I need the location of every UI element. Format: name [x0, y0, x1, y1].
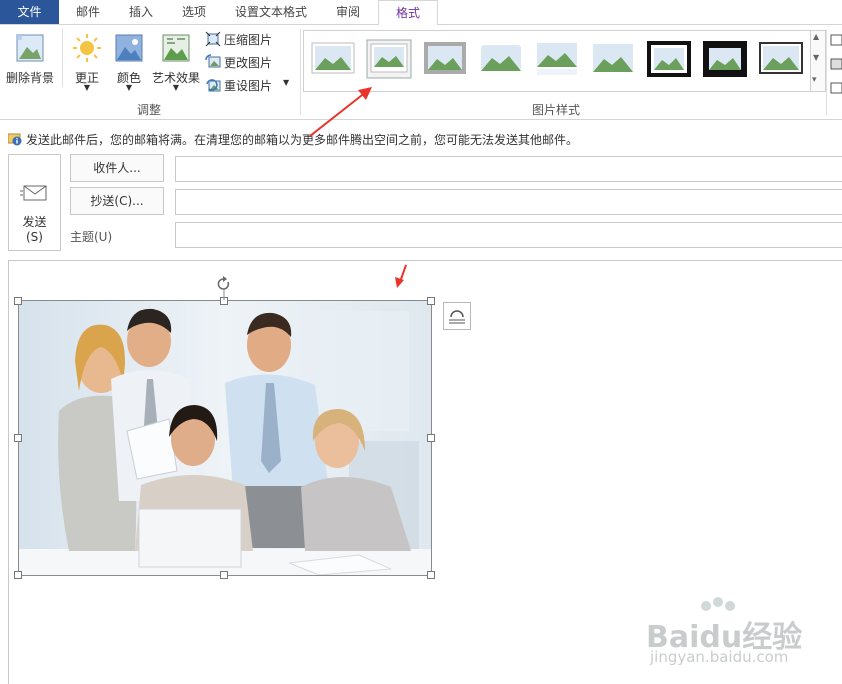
change-picture-button[interactable]: 更改图片 [205, 53, 295, 71]
inserted-picture[interactable] [18, 300, 432, 576]
to-button[interactable]: 收件人... [70, 154, 164, 182]
reset-picture-label: 重设图片 [224, 79, 273, 93]
change-picture-label: 更改图片 [224, 56, 273, 70]
remove-background-icon [16, 34, 44, 62]
ribbon-separator [826, 29, 827, 115]
send-label: 发送 [22, 215, 47, 229]
tab-mail[interactable]: 邮件 [62, 0, 114, 24]
artistic-effects-button[interactable]: 艺术效果 ▼ [150, 31, 202, 93]
color-button[interactable]: 颜色 ▼ [109, 31, 149, 93]
resize-handle[interactable] [14, 297, 22, 305]
watermark-url: jingyan.baidu.com [650, 648, 789, 666]
subject-label: 主题(U) [70, 230, 113, 244]
chevron-down-icon: ▼ [83, 83, 91, 92]
resize-handle[interactable] [427, 297, 435, 305]
picture-style-thumbnail[interactable] [478, 39, 524, 79]
picture-style-thumbnail[interactable] [590, 39, 636, 79]
send-button[interactable]: 发送 (S) [8, 154, 61, 251]
scroll-up-icon[interactable]: ▲ [813, 32, 819, 41]
cc-button[interactable]: 抄送(C)... [70, 187, 164, 215]
gallery-scroll[interactable]: ▲ ▼ ▾ [810, 30, 826, 92]
tab-insert[interactable]: 插入 [115, 0, 167, 24]
chevron-down-icon: ▼ [125, 83, 133, 92]
artistic-effects-icon [162, 34, 190, 62]
picture-style-thumbnail[interactable] [646, 39, 692, 79]
picture-style-thumbnail[interactable] [422, 39, 468, 79]
layout-options-button[interactable] [443, 302, 471, 330]
ribbon-separator [62, 29, 63, 87]
rotate-handle-icon[interactable] [216, 276, 232, 300]
compress-icon [205, 31, 221, 47]
send-envelope-icon [20, 185, 47, 201]
tab-format[interactable]: 格式 [378, 0, 438, 26]
layout-options-icon [449, 310, 465, 324]
change-picture-icon [205, 54, 221, 68]
reset-picture-icon [206, 79, 221, 92]
color-icon [115, 34, 143, 62]
picture-style-thumbnail[interactable] [366, 39, 412, 79]
baidu-watermark: Baidu经验 jingyan.baidu.com [646, 597, 836, 674]
ribbon-tabs: 文件 邮件 插入 选项 设置文本格式 审阅 格式 [0, 0, 842, 26]
picture-style-thumbnail[interactable] [310, 39, 356, 79]
chevron-down-icon: ▼ [283, 78, 290, 87]
picture-style-thumbnail[interactable] [758, 39, 804, 79]
remove-background-label: 删除背景 [5, 71, 54, 85]
remove-background-button[interactable]: 删除背景 [3, 31, 57, 91]
picture-style-thumbnail[interactable] [534, 39, 580, 79]
info-bar: 发送此邮件后，您的邮箱将满。在清理您的邮箱以为更多邮件腾出空间之前，您可能无法发… [0, 120, 842, 154]
adjust-group-label: 调整 [136, 103, 161, 117]
resize-handle[interactable] [14, 571, 22, 579]
annotation-arrow [395, 264, 407, 288]
annotation-arrow [309, 87, 372, 137]
tab-review[interactable]: 审阅 [322, 0, 374, 24]
tab-format-text[interactable]: 设置文本格式 [222, 0, 320, 24]
resize-handle[interactable] [220, 571, 228, 579]
office-team-photo [19, 301, 431, 575]
send-shortcut: (S) [26, 230, 43, 244]
compress-pictures-button[interactable]: 压缩图片 [205, 30, 295, 48]
info-icon [8, 133, 22, 146]
chevron-down-icon: ▼ [172, 83, 180, 92]
resize-handle[interactable] [427, 434, 435, 442]
reset-picture-button[interactable]: 重设图片 ▼ [205, 76, 295, 94]
corrections-button[interactable]: 更正 ▼ [67, 31, 107, 93]
to-field[interactable] [175, 156, 842, 182]
resize-handle[interactable] [427, 571, 435, 579]
gallery-more-icon[interactable]: ▾ [812, 75, 817, 85]
compress-pictures-label: 压缩图片 [224, 33, 273, 47]
tab-options[interactable]: 选项 [168, 0, 220, 24]
subject-field[interactable] [175, 222, 842, 248]
sun-icon [73, 34, 101, 62]
picture-style-thumbnail[interactable] [702, 39, 748, 79]
tab-file[interactable]: 文件 [0, 0, 59, 24]
ribbon: 删除背景 更正 ▼ 颜色 ▼ 艺术效果 ▼ 压缩图片 更改图片 重设图片 ▼ 调… [0, 25, 842, 120]
resize-handle[interactable] [14, 434, 22, 442]
cc-field[interactable] [175, 189, 842, 215]
picture-border-icon[interactable] [830, 33, 842, 103]
scroll-down-icon[interactable]: ▼ [813, 53, 819, 62]
